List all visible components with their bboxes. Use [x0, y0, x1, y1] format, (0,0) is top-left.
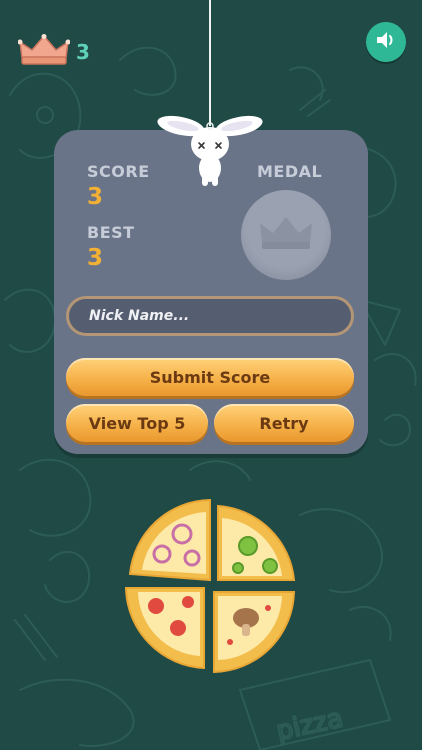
crown-medal-icon: [256, 213, 316, 257]
best-value: 3: [87, 245, 104, 271]
pizza-slice-pepperoni: [124, 587, 205, 670]
svg-text:pizza: pizza: [274, 703, 346, 746]
pizza-slice-onion: [128, 498, 211, 582]
score-label: SCORE: [87, 162, 150, 181]
pizza-slice-pepper: [217, 504, 296, 581]
medal-label: MEDAL: [257, 162, 323, 181]
pizza-icon: [124, 498, 296, 674]
sound-button[interactable]: [366, 22, 406, 62]
nickname-input[interactable]: [66, 296, 354, 336]
retry-button[interactable]: Retry: [214, 404, 354, 442]
pizza-slice-mushroom: [213, 591, 296, 674]
hanging-string: [209, 0, 211, 126]
crown-icon: [17, 34, 71, 70]
submit-score-button[interactable]: Submit Score: [66, 358, 354, 396]
speaker-icon: [374, 28, 398, 56]
bunny-icon: [157, 115, 263, 186]
crown-count: 3: [76, 40, 90, 64]
score-value: 3: [87, 184, 104, 210]
crown-counter: 3: [17, 34, 90, 70]
view-top-5-button[interactable]: View Top 5: [66, 404, 208, 442]
best-label: BEST: [87, 223, 135, 242]
medal-slot: [241, 190, 331, 280]
